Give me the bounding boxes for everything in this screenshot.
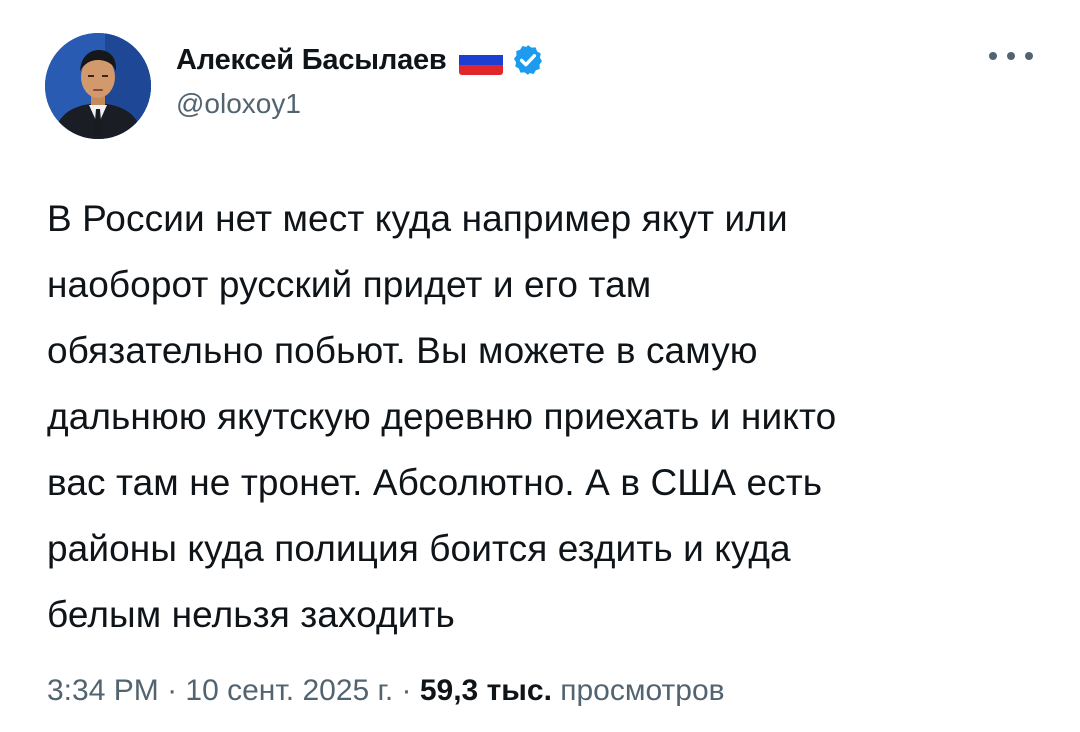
meta-separator: · bbox=[401, 674, 412, 707]
views-count: 59,3 тыс. bbox=[419, 674, 552, 707]
views-label: просмотров bbox=[560, 674, 725, 707]
tweet-text-line: белым нельзя заходить bbox=[47, 594, 455, 635]
tweet-text-line: обязательно побьют. Вы можете в самую bbox=[47, 330, 758, 371]
author-name[interactable]: Алексей Басылаев bbox=[176, 44, 447, 77]
author-name-row: Алексей Басылаев bbox=[176, 40, 545, 80]
tweet-text-line: вас там не тронет. Абсолютно. А в США ес… bbox=[47, 462, 823, 503]
russia-flag-icon bbox=[458, 45, 503, 75]
tweet-date[interactable]: 10 сент. 2025 г. bbox=[185, 674, 393, 707]
meta-separator: · bbox=[167, 674, 178, 707]
author-handle[interactable]: @oloxoy1 bbox=[176, 88, 545, 120]
tweet-text-line: дальнюю якутскую деревню приехать и никт… bbox=[47, 396, 837, 437]
avatar-photo-icon bbox=[45, 33, 151, 139]
author-block: Алексей Басылаев @oloxoy1 bbox=[176, 40, 545, 120]
tweet-card: Алексей Басылаев @oloxoy1 В России нет м… bbox=[0, 0, 1080, 732]
tweet-time[interactable]: 3:34 PM bbox=[47, 674, 159, 707]
tweet-text-line: районы куда полиция боится ездить и куда bbox=[47, 528, 791, 569]
verified-badge-icon[interactable] bbox=[511, 43, 545, 77]
author-avatar[interactable] bbox=[45, 33, 151, 139]
tweet-text: В России нет мест куда например якут или… bbox=[47, 186, 1047, 648]
tweet-meta: 3:34 PM · 10 сент. 2025 г. · 59,3 тыс. п… bbox=[47, 674, 725, 708]
tweet-text-line: наоборот русский придет и его там bbox=[47, 264, 652, 305]
more-horizontal-icon[interactable] bbox=[989, 44, 1033, 68]
tweet-text-line: В России нет мест куда например якут или bbox=[47, 198, 788, 239]
